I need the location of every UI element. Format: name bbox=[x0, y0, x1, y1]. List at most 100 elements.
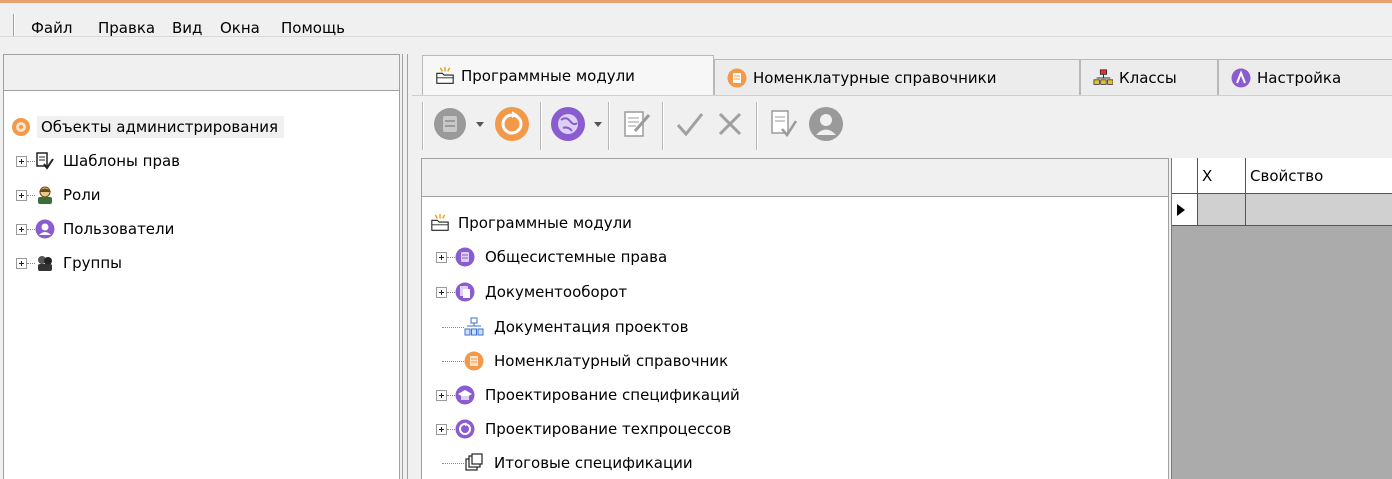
menu-grip bbox=[13, 14, 15, 36]
menu-view[interactable]: Вид bbox=[172, 19, 202, 37]
nomenclature-icon bbox=[464, 351, 484, 371]
edit-document-button[interactable] bbox=[616, 104, 656, 144]
user-button[interactable] bbox=[806, 104, 846, 144]
tree-item-label: Группы bbox=[63, 254, 123, 272]
toolbar bbox=[412, 95, 1392, 153]
document-flow-icon bbox=[455, 282, 475, 302]
document-check-icon bbox=[771, 110, 798, 138]
admin-objects-panel: Объекты администрирования Шаблоны прав Р… bbox=[3, 54, 400, 479]
tree-item-label: Роли bbox=[63, 186, 101, 204]
refresh-button[interactable] bbox=[492, 104, 532, 144]
globe-icon bbox=[551, 107, 585, 141]
tab-classes[interactable]: Классы bbox=[1080, 59, 1218, 95]
nomenclature-icon bbox=[727, 68, 747, 88]
expand-icon[interactable] bbox=[436, 423, 447, 435]
tree-item-groups[interactable]: Группы bbox=[16, 249, 122, 277]
tree-root-admin-objects[interactable]: Объекты администрирования bbox=[11, 113, 285, 141]
rights-template-icon bbox=[35, 151, 55, 171]
tree-item-users[interactable]: Пользователи bbox=[16, 215, 174, 243]
menu-edit[interactable]: Правка bbox=[98, 19, 155, 37]
module-item-system-rights[interactable]: Общесистемные права bbox=[436, 243, 667, 271]
module-tree-root[interactable]: Программные модули bbox=[430, 209, 632, 237]
modules-folder-icon bbox=[430, 213, 450, 233]
expand-icon[interactable] bbox=[436, 286, 447, 298]
classes-icon bbox=[1093, 68, 1113, 88]
tree-item-label: Шаблоны прав bbox=[63, 152, 181, 170]
user-icon bbox=[35, 219, 55, 239]
menu-file[interactable]: Файл bbox=[31, 19, 72, 37]
dropdown-arrow-icon[interactable] bbox=[594, 122, 602, 127]
role-icon bbox=[35, 185, 55, 205]
module-item-process-design[interactable]: Проектирование техпроцессов bbox=[436, 415, 731, 443]
system-rights-icon bbox=[455, 247, 475, 267]
module-item-label: Общесистемные права bbox=[485, 248, 668, 266]
process-design-icon bbox=[455, 419, 475, 439]
grid-header: Х Свойство bbox=[1172, 158, 1392, 194]
document-stack-button[interactable] bbox=[430, 104, 470, 144]
settings-icon bbox=[1231, 68, 1251, 88]
column-header-property[interactable]: Свойство bbox=[1246, 158, 1392, 193]
expand-icon[interactable] bbox=[16, 189, 27, 201]
cancel-button[interactable] bbox=[710, 104, 750, 144]
menu-bar: Файл Правка Вид Окна Помощь bbox=[0, 3, 1392, 37]
module-item-nomenclature[interactable]: Номенклатурный справочник bbox=[442, 347, 728, 375]
grid-indicator-header bbox=[1172, 158, 1198, 193]
confirm-button[interactable] bbox=[670, 104, 710, 144]
tab-program-modules[interactable]: Программные модули bbox=[422, 55, 714, 95]
column-header-x[interactable]: Х bbox=[1198, 158, 1246, 193]
module-item-document-flow[interactable]: Документооборот bbox=[436, 278, 627, 306]
spec-design-icon bbox=[455, 385, 475, 405]
expand-icon[interactable] bbox=[16, 223, 27, 235]
tab-bar: Программные модули Номенклатурные справо… bbox=[412, 55, 1392, 95]
tree-item-rights-templates[interactable]: Шаблоны прав bbox=[16, 147, 180, 175]
module-item-label: Документация проектов bbox=[494, 318, 689, 336]
expand-icon[interactable] bbox=[16, 257, 27, 269]
current-row-arrow-icon bbox=[1177, 203, 1185, 216]
dropdown-arrow-icon[interactable] bbox=[476, 122, 484, 127]
grid-row[interactable] bbox=[1172, 194, 1392, 226]
expand-icon[interactable] bbox=[16, 155, 27, 167]
globe-button[interactable] bbox=[548, 104, 588, 144]
module-item-final-spec[interactable]: Итоговые спецификации bbox=[442, 449, 693, 477]
menu-windows[interactable]: Окна bbox=[220, 19, 260, 37]
tree-item-roles[interactable]: Роли bbox=[16, 181, 101, 209]
module-item-spec-design[interactable]: Проектирование спецификаций bbox=[436, 381, 740, 409]
tab-label: Настройка bbox=[1257, 68, 1342, 87]
menu-help[interactable]: Помощь bbox=[281, 19, 345, 37]
module-item-label: Проектирование техпроцессов bbox=[485, 420, 732, 438]
module-tree-root-label: Программные модули bbox=[458, 214, 632, 232]
user-icon bbox=[809, 107, 843, 141]
tab-nomenclature[interactable]: Номенклатурные справочники bbox=[714, 59, 1080, 95]
module-item-label: Проектирование спецификаций bbox=[485, 386, 740, 404]
module-item-label: Номенклатурный справочник bbox=[494, 352, 729, 370]
modules-folder-icon bbox=[435, 66, 455, 86]
edit-document-icon bbox=[624, 111, 651, 137]
document-check-button[interactable] bbox=[764, 104, 804, 144]
row-indicator bbox=[1172, 194, 1198, 225]
group-icon bbox=[35, 253, 55, 273]
tab-label: Классы bbox=[1119, 68, 1177, 87]
cancel-icon bbox=[718, 112, 742, 136]
check-icon bbox=[676, 113, 704, 137]
modules-panel: Программные модули Общесистемные права Д… bbox=[421, 158, 1169, 479]
tree-root-label: Объекты администрирования bbox=[37, 116, 285, 138]
refresh-icon bbox=[495, 107, 529, 141]
panel-splitter[interactable] bbox=[402, 54, 408, 479]
tab-label: Номенклатурные справочники bbox=[753, 68, 997, 87]
document-stack-icon bbox=[434, 108, 466, 140]
tree-item-label: Пользователи bbox=[63, 220, 175, 238]
tab-label: Программные модули bbox=[461, 66, 635, 85]
expand-icon[interactable] bbox=[436, 389, 447, 401]
expand-icon[interactable] bbox=[436, 251, 447, 263]
module-item-project-docs[interactable]: Документация проектов bbox=[442, 313, 688, 341]
grid-cell[interactable] bbox=[1246, 194, 1392, 225]
tab-settings[interactable]: Настройка bbox=[1218, 59, 1392, 95]
properties-grid: Х Свойство bbox=[1171, 158, 1392, 479]
admin-objects-icon bbox=[11, 117, 31, 137]
grid-cell[interactable] bbox=[1198, 194, 1246, 225]
project-docs-icon bbox=[464, 317, 484, 337]
module-item-label: Документооборот bbox=[485, 283, 628, 301]
left-panel-header bbox=[4, 55, 399, 91]
module-item-label: Итоговые спецификации bbox=[494, 454, 693, 472]
modules-panel-header bbox=[422, 159, 1168, 197]
